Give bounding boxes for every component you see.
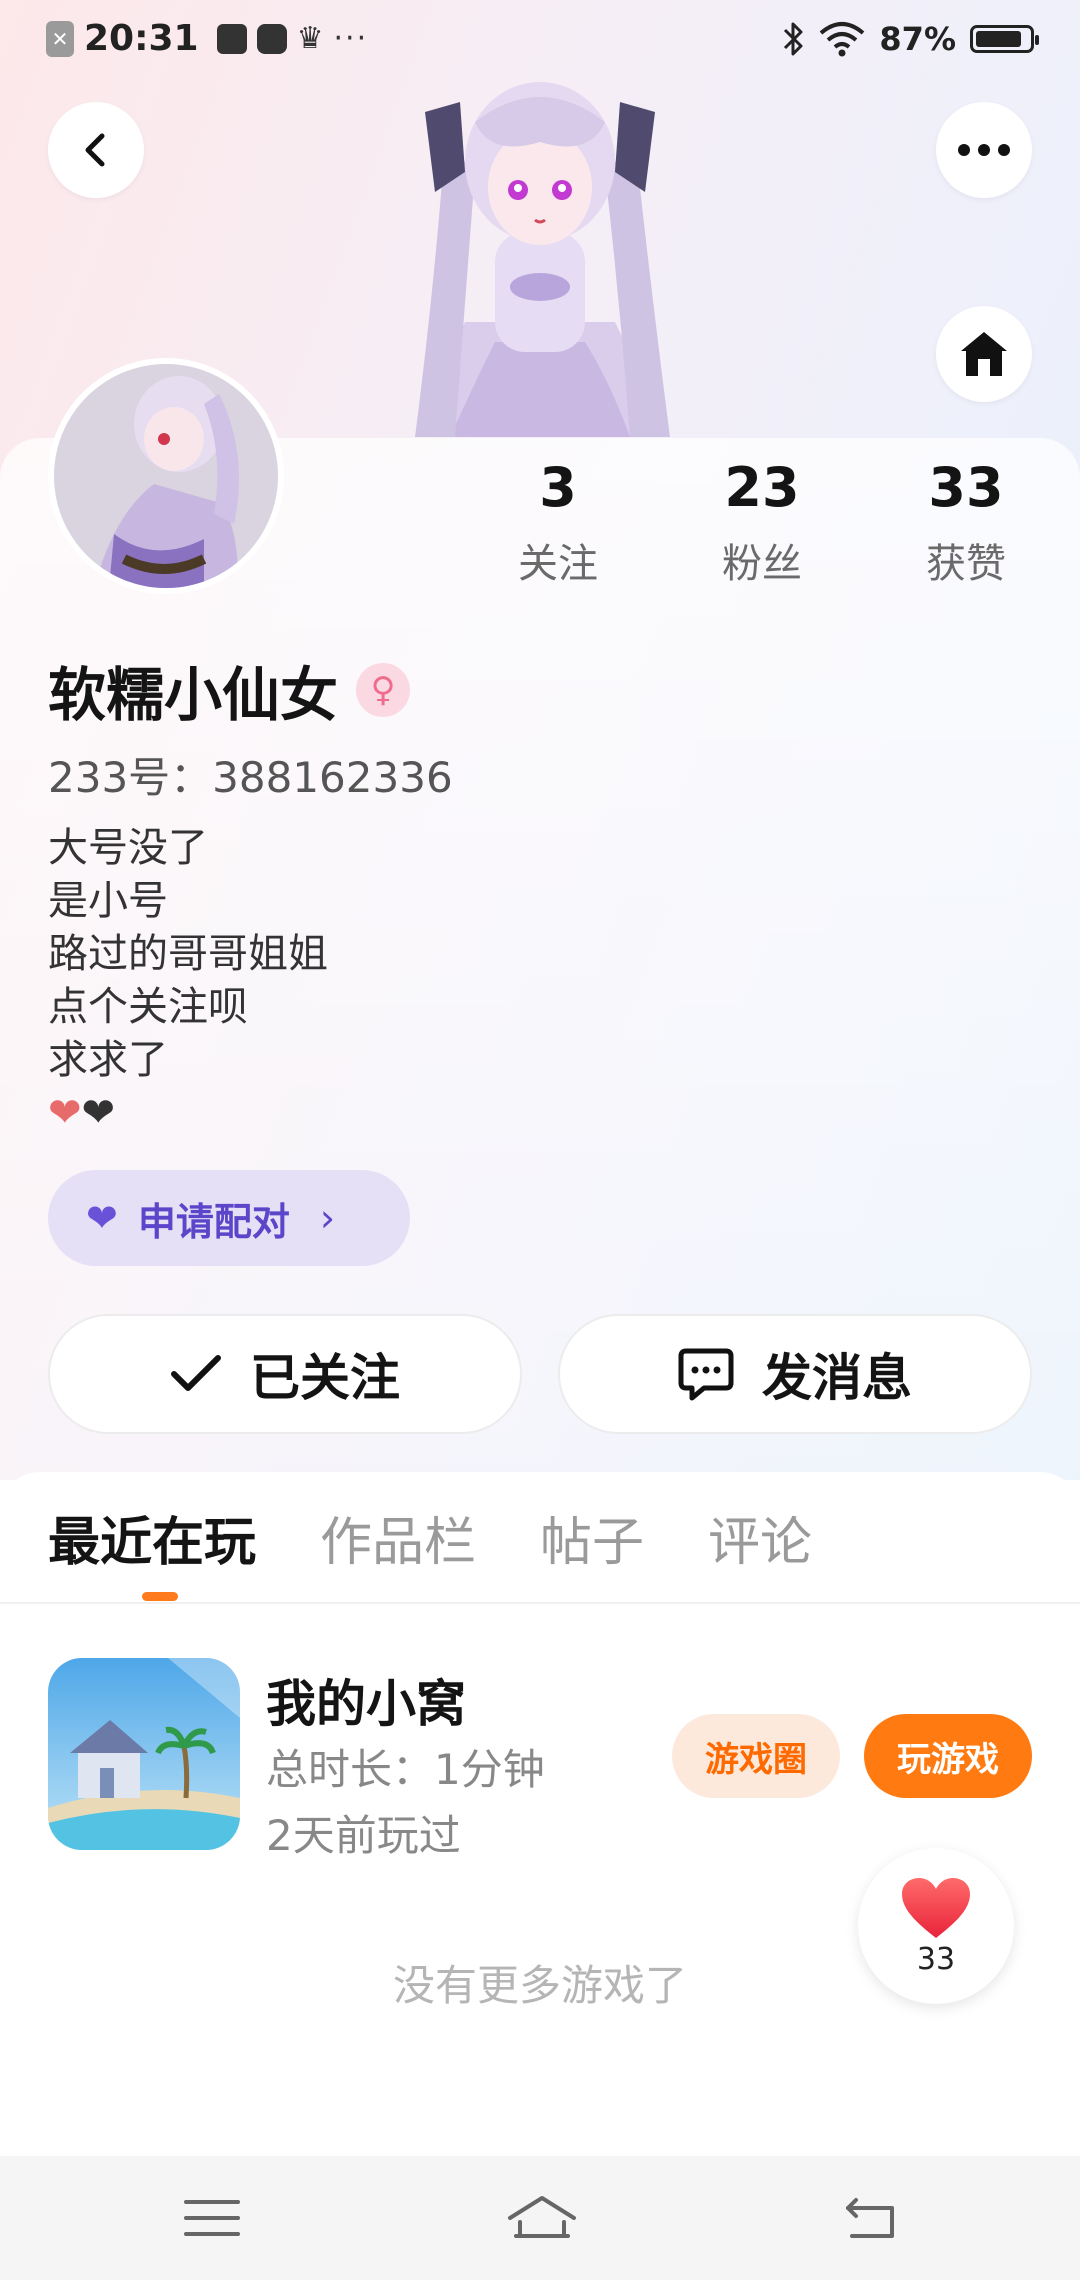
bio-hearts: ❤❤ — [48, 1087, 328, 1140]
tab-indicator — [142, 1592, 178, 1601]
send-message-button[interactable]: 发消息 — [558, 1314, 1032, 1434]
stat-value: 23 — [724, 456, 800, 519]
bio-line: 是小号 — [48, 878, 168, 924]
home-icon — [961, 332, 1007, 376]
battery-icon — [970, 25, 1039, 53]
tab-recently-played[interactable]: 最近在玩 — [48, 1500, 256, 1575]
stat-likes[interactable]: 33 获赞 — [886, 458, 1046, 589]
pair-button-label: 申请配对 — [137, 1199, 290, 1244]
bio-line: 大号没了 — [48, 825, 208, 871]
heart-emoji: ❤ — [81, 1090, 116, 1136]
stat-label: 获赞 — [926, 541, 1006, 588]
avatar-image — [54, 364, 278, 588]
game-list-item[interactable]: 我的小窝 总时长：1分钟 2天前玩过 游戏圈 玩游戏 — [48, 1658, 1032, 1860]
stat-label: 关注 — [518, 541, 598, 588]
heart-emoji: ❤ — [48, 1090, 82, 1136]
chevron-left-icon — [85, 133, 105, 167]
stat-following[interactable]: 3 关注 — [478, 458, 638, 589]
chat-bubble-icon — [678, 1348, 734, 1401]
wifi-icon — [820, 22, 865, 57]
more-notifications-icon: ··· — [333, 21, 369, 56]
user-name: 软糯小仙女 — [48, 661, 339, 729]
user-bio: 大号没了 是小号 路过的哥哥姐姐 点个关注呗 求求了 ❤❤ — [48, 822, 328, 1140]
stat-value: 3 — [539, 456, 577, 519]
divider — [0, 1602, 1080, 1604]
status-bar: ✕ 20:31 ♛ ··· 87% — [0, 0, 1080, 84]
home-button[interactable] — [936, 306, 1032, 402]
back-arrow-icon[interactable] — [842, 2192, 902, 2244]
tab-works[interactable]: 作品栏 — [320, 1500, 476, 1575]
close-notification-icon: ✕ — [46, 20, 74, 57]
game-icon[interactable] — [48, 1658, 240, 1850]
menu-icon[interactable] — [182, 2192, 242, 2244]
stat-value: 33 — [928, 456, 1004, 519]
tab-comments[interactable]: 评论 — [708, 1500, 812, 1575]
hearts-icon: ❤ — [86, 1196, 118, 1240]
bluetooth-icon — [784, 22, 803, 56]
following-button[interactable]: 已关注 — [48, 1314, 522, 1434]
apply-pair-button[interactable]: ❤ 申请配对 › — [48, 1170, 410, 1266]
banner-character-image — [415, 82, 670, 437]
more-dots-icon — [958, 144, 1010, 156]
play-game-button[interactable]: 玩游戏 — [864, 1714, 1032, 1798]
avatar[interactable] — [48, 358, 284, 594]
bio-line: 路过的哥哥姐姐 — [48, 931, 328, 977]
profile-tabs: 最近在玩 作品栏 帖子 评论 — [48, 1500, 812, 1575]
empty-list-text: 没有更多游戏了 — [392, 1961, 687, 2010]
more-options-button[interactable] — [936, 102, 1032, 198]
stat-label: 粉丝 — [722, 541, 802, 588]
user-id: 233号：388162336 — [48, 753, 453, 802]
message-icon — [256, 23, 287, 54]
crown-icon: ♛ — [296, 21, 324, 56]
female-icon: ♀ — [356, 663, 411, 717]
game-duration: 总时长：1分钟 — [266, 1745, 545, 1794]
game-title: 我的小窝 — [266, 1675, 466, 1733]
back-button[interactable] — [48, 102, 144, 198]
following-label: 已关注 — [250, 1349, 400, 1407]
app-icon — [216, 23, 247, 54]
system-nav-bar — [0, 2156, 1080, 2280]
battery-percent: 87% — [879, 20, 956, 58]
home-outline-icon[interactable] — [506, 2192, 578, 2244]
check-icon — [171, 1355, 221, 1391]
bio-line: 点个关注呗 — [48, 984, 248, 1030]
tab-posts[interactable]: 帖子 — [540, 1500, 644, 1575]
name-row: 软糯小仙女 ♀ — [48, 648, 411, 732]
bio-line: 求求了 — [48, 1037, 168, 1083]
send-message-label: 发消息 — [762, 1349, 912, 1407]
stat-followers[interactable]: 23 粉丝 — [682, 458, 842, 589]
heart-icon — [902, 1877, 970, 1938]
game-circle-button[interactable]: 游戏圈 — [672, 1714, 840, 1798]
game-last-played: 2天前玩过 — [266, 1811, 461, 1860]
status-time: 20:31 — [84, 18, 199, 59]
chevron-right-icon: › — [319, 1196, 336, 1240]
